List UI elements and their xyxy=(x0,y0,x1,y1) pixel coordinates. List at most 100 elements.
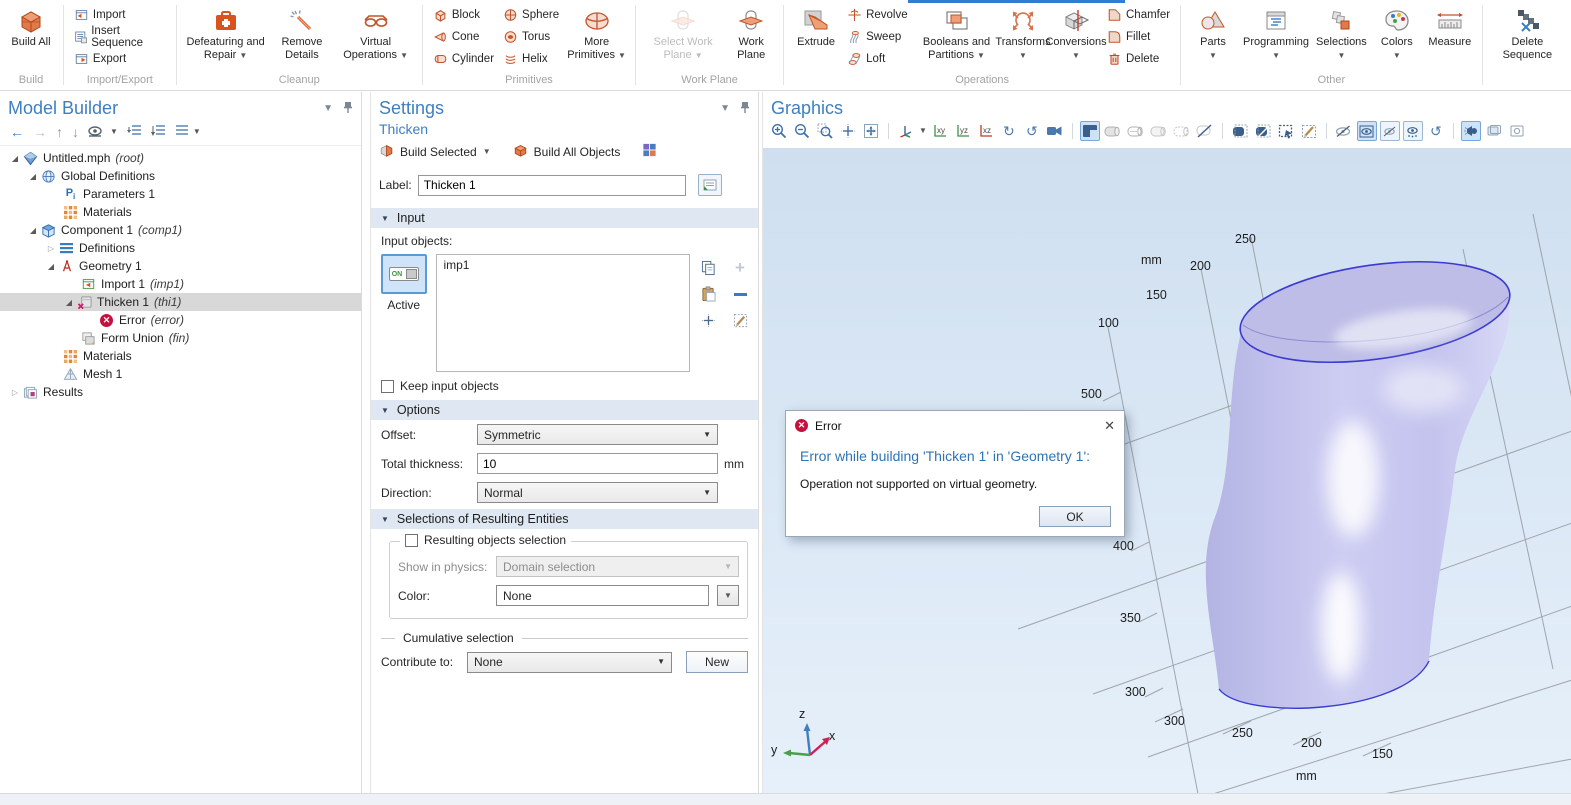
active-toggle-button[interactable]: ON xyxy=(381,254,427,294)
measure-button[interactable]: Measure xyxy=(1424,3,1476,73)
deselect-objects-icon[interactable] xyxy=(1253,121,1273,141)
move-up-icon[interactable]: ↑ xyxy=(56,124,63,140)
equation-view-button[interactable] xyxy=(698,174,722,196)
revolve-button[interactable]: Revolve xyxy=(843,4,912,26)
input-object-item[interactable]: imp1 xyxy=(443,258,683,272)
keep-input-objects-checkbox[interactable]: Keep input objects xyxy=(371,374,758,398)
render-mode-transparent-icon[interactable] xyxy=(1149,121,1169,141)
section-selections-of-resulting-entities[interactable]: ▼Selections of Resulting Entities xyxy=(371,509,758,529)
add-icon[interactable]: + xyxy=(730,256,750,280)
view-xz-icon[interactable]: xz xyxy=(976,121,996,141)
defeaturing-and-repair-button[interactable]: Defeaturing and Repair ▼ xyxy=(183,3,269,73)
environment-icon[interactable] xyxy=(1484,121,1504,141)
work-plane-button[interactable]: Work Plane xyxy=(725,3,777,73)
clear-selection-icon[interactable] xyxy=(730,308,750,332)
tree-item-mesh[interactable]: Mesh 1 xyxy=(0,365,361,383)
panel-menu-icon[interactable]: ▼ xyxy=(323,103,333,114)
cylinder-button[interactable]: Cylinder xyxy=(429,48,498,70)
input-objects-list[interactable]: imp1 xyxy=(436,254,690,372)
show-hidden-icon[interactable] xyxy=(1403,121,1423,141)
render-mode-wireframe-icon[interactable] xyxy=(1126,121,1146,141)
tree-item-parameters[interactable]: Pi Parameters 1 xyxy=(0,185,361,203)
loft-button[interactable]: Loft xyxy=(843,48,912,70)
close-icon[interactable]: ✕ xyxy=(1104,418,1115,434)
hide-objects-icon[interactable] xyxy=(1334,121,1354,141)
select-objects-icon[interactable] xyxy=(1230,121,1250,141)
paste-icon[interactable] xyxy=(698,282,718,306)
chamfer-button[interactable]: Chamfer xyxy=(1103,4,1174,26)
tree-item-error[interactable]: ✕ Error(error) xyxy=(0,311,361,329)
snapshot-icon[interactable] xyxy=(1507,121,1527,141)
render-mode-outline-icon[interactable] xyxy=(1172,121,1192,141)
tree-item-results[interactable]: ▷ Results xyxy=(0,383,361,401)
view-xy-icon[interactable]: xy xyxy=(930,121,950,141)
tree-item-import1[interactable]: Import 1(imp1) xyxy=(0,275,361,293)
show-options-icon[interactable] xyxy=(88,124,106,140)
rotate-counterclockwise-icon[interactable]: ↺ xyxy=(1022,121,1042,141)
selections-button[interactable]: Selections▼ xyxy=(1313,3,1370,73)
clear-selection-box-icon[interactable] xyxy=(1299,121,1319,141)
zoom-extents-icon[interactable] xyxy=(838,121,858,141)
error-dialog-titlebar[interactable]: ✕ Error ✕ xyxy=(786,411,1124,440)
zoom-out-icon[interactable] xyxy=(792,121,812,141)
select-work-plane-button[interactable]: Select Work Plane ▼ xyxy=(642,3,724,73)
color-dropdown-button[interactable]: ▼ xyxy=(717,585,739,606)
no-render-icon[interactable] xyxy=(1195,121,1215,141)
checkbox-icon[interactable] xyxy=(381,380,394,393)
extrude-button[interactable]: Extrude xyxy=(790,3,842,73)
tree-item-root[interactable]: ◢ Untitled.mph(root) xyxy=(0,149,361,167)
programming-button[interactable]: Programming▼ xyxy=(1240,3,1312,73)
conversions-button[interactable]: Conversions▼ xyxy=(1050,3,1102,73)
thickness-input[interactable] xyxy=(477,453,718,474)
model-tree-node-text-icon[interactable] xyxy=(175,124,189,140)
colors-button[interactable]: Colors▼ xyxy=(1371,3,1423,73)
remove-details-button[interactable]: Remove Details xyxy=(270,3,335,73)
scene-mode-default-icon[interactable] xyxy=(1080,121,1100,141)
torus-button[interactable]: Torus xyxy=(499,26,563,48)
tree-item-global-definitions[interactable]: ◢ Global Definitions xyxy=(0,167,361,185)
color-combo[interactable]: None xyxy=(496,585,709,606)
tree-item-form-union[interactable]: Form Union(fin) xyxy=(0,329,361,347)
export-button[interactable]: Export xyxy=(70,48,170,70)
delete-sequence-button[interactable]: Delete Sequence xyxy=(1489,3,1566,73)
contribute-to-dropdown[interactable]: None▼ xyxy=(467,652,672,673)
direction-dropdown[interactable]: Normal▼ xyxy=(477,482,718,503)
cone-button[interactable]: Cone xyxy=(429,26,498,48)
section-input[interactable]: ▼Input xyxy=(371,208,758,228)
forward-arrow-icon[interactable]: → xyxy=(33,124,47,140)
expander-icon[interactable]: ▷ xyxy=(44,244,58,253)
scene-camera-icon[interactable] xyxy=(1045,121,1065,141)
zoom-fit-icon[interactable] xyxy=(861,121,881,141)
sphere-button[interactable]: Sphere xyxy=(499,4,563,26)
block-button[interactable]: Block xyxy=(429,4,498,26)
zoom-to-selection-icon[interactable] xyxy=(698,308,718,332)
move-down-icon[interactable]: ↓ xyxy=(72,124,79,140)
reset-hiding-icon[interactable]: ↺ xyxy=(1426,121,1446,141)
build-selected-dropdown-icon[interactable]: ▼ xyxy=(483,148,491,156)
helix-button[interactable]: Helix xyxy=(499,48,563,70)
build-all-button[interactable]: Build All xyxy=(5,3,57,73)
tree-item-geometry[interactable]: ◢ Geometry 1 xyxy=(0,257,361,275)
transforms-button[interactable]: Transforms▼ xyxy=(997,3,1049,73)
tree-item-thicken1[interactable]: ◢ Thicken 1(thi1) xyxy=(0,293,361,311)
expander-icon[interactable]: ◢ xyxy=(26,226,40,235)
expander-icon[interactable]: ◢ xyxy=(26,172,40,181)
expand-all-icon[interactable] xyxy=(151,124,166,140)
rotate-clockwise-icon[interactable]: ↻ xyxy=(999,121,1019,141)
build-preceding-icon[interactable] xyxy=(642,143,657,160)
select-box-icon[interactable] xyxy=(1276,121,1296,141)
tree-item-materials-global[interactable]: Materials xyxy=(0,203,361,221)
resulting-objects-selection-checkbox[interactable]: Resulting objects selection xyxy=(400,533,571,547)
section-options[interactable]: ▼Options xyxy=(371,400,758,420)
delete-button[interactable]: Delete xyxy=(1103,48,1174,70)
collapse-all-icon[interactable] xyxy=(127,124,142,140)
expander-icon[interactable]: ◢ xyxy=(8,154,22,163)
3d-model-vase[interactable] xyxy=(1206,247,1516,709)
remove-icon[interactable] xyxy=(730,282,750,306)
go-to-view-icon[interactable] xyxy=(896,121,916,141)
import-button[interactable]: Import xyxy=(70,4,170,26)
panel-menu-icon[interactable]: ▼ xyxy=(720,103,730,114)
more-primitives-button[interactable]: More Primitives ▼ xyxy=(564,3,629,73)
insert-sequence-button[interactable]: Insert Sequence xyxy=(70,26,170,48)
sweep-button[interactable]: Sweep xyxy=(843,26,912,48)
